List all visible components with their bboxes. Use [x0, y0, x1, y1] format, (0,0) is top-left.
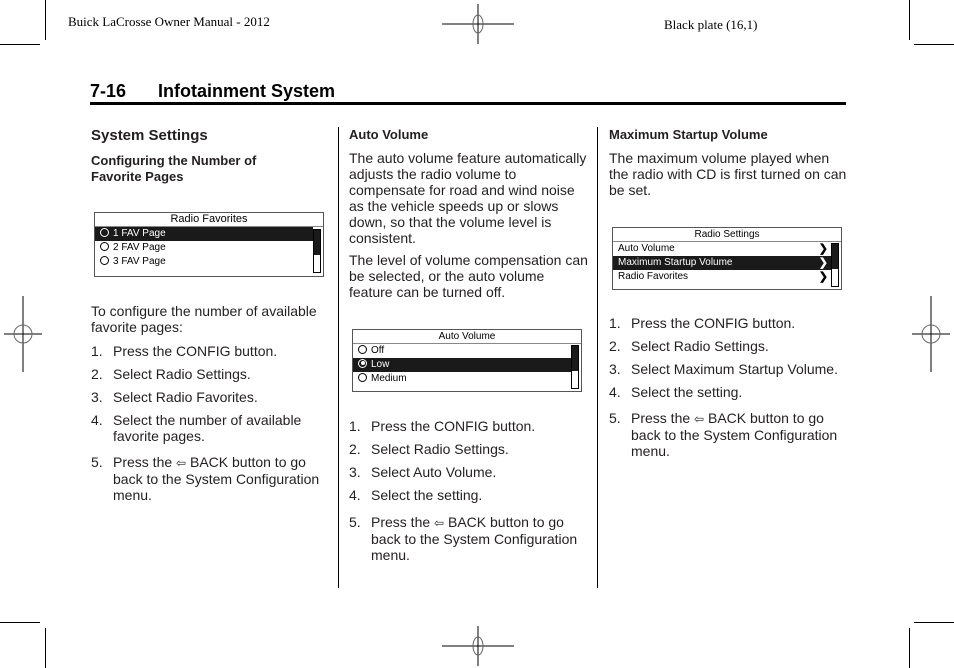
radio-icon: [358, 344, 367, 354]
scrollbar[interactable]: [831, 243, 839, 287]
menu-item[interactable]: Auto Volume ❯: [613, 242, 831, 256]
crop-mark: [45, 0, 46, 40]
radio-icon: [100, 255, 109, 265]
step: 5. Press the ⇦ BACK button to go back to …: [91, 454, 320, 503]
column-1-body: To configure the number of available fav…: [91, 303, 331, 503]
registration-mark-bottom: [442, 626, 514, 666]
step: 1. Press the CONFIG button.: [91, 343, 278, 359]
registration-mark-right: [912, 296, 950, 372]
screen-title: Radio Favorites: [95, 213, 323, 227]
column-divider: [597, 127, 598, 588]
radio-icon: [358, 372, 367, 382]
steps-list: 1. Press the CONFIG button. 2. Select Radi…: [91, 343, 331, 503]
steps-list: 1. Press the CONFIG button. 2. Select Radi…: [609, 315, 849, 459]
section-heading: System Settings: [91, 127, 208, 144]
step: 3. Select Radio Favorites.: [91, 389, 258, 405]
chapter-heading: 7-16 Infotainment System: [90, 81, 335, 102]
registration-mark-left: [4, 296, 42, 372]
intro-text: To configure the number of available fav…: [91, 303, 317, 335]
registration-mark-top: [442, 4, 514, 44]
radio-selected-icon: [358, 358, 367, 368]
scrollbar-thumb[interactable]: [314, 230, 320, 256]
step: 2. Select Radio Settings.: [91, 366, 251, 382]
step: 1. Press the CONFIG button.: [349, 418, 536, 434]
crop-mark: [0, 44, 40, 45]
radio-icon: [100, 241, 109, 251]
menu-item[interactable]: Low: [353, 358, 571, 372]
step: 1. Press the CONFIG button.: [609, 315, 796, 331]
radio-icon: [100, 227, 109, 237]
step: 4. Select the setting.: [609, 384, 743, 400]
menu-item[interactable]: Medium: [353, 372, 571, 386]
section-heading: Auto Volume: [349, 127, 429, 142]
menu-item[interactable]: Off: [353, 344, 571, 358]
step: 3. Select Maximum Startup Volume.: [609, 361, 838, 377]
crop-mark: [909, 0, 910, 40]
crop-mark: [0, 622, 40, 623]
column-divider: [338, 127, 339, 588]
chapter-rule: [90, 102, 846, 105]
chevron-right-icon: ❯: [818, 271, 828, 283]
chevron-right-icon: ❯: [818, 257, 828, 269]
column-1: System Settings Configuring the Number o…: [91, 127, 331, 185]
crop-mark: [914, 622, 954, 623]
step: 2. Select Radio Settings.: [609, 338, 769, 354]
radio-settings-screen: Radio Settings Auto Volume ❯ Maximum Star…: [612, 227, 842, 290]
plate-label: Black plate (16,1): [664, 17, 758, 32]
paragraph: The maximum volume played when the radio…: [609, 150, 847, 198]
crop-mark: [914, 44, 954, 45]
menu-item[interactable]: 2 FAV Page: [95, 241, 313, 255]
back-arrow-icon: ⇦: [694, 412, 705, 426]
menu-item[interactable]: 1 FAV Page: [95, 227, 313, 241]
menu-item[interactable]: Radio Favorites ❯: [613, 270, 831, 284]
column-3: Maximum Startup Volume The maximum volum…: [609, 127, 849, 198]
scrollbar[interactable]: [313, 229, 321, 273]
step: 4. Select the setting.: [349, 487, 483, 503]
screen-title: Auto Volume: [353, 330, 581, 344]
step: 5. Press the ⇦ BACK button to go back to …: [349, 514, 578, 563]
chapter-title: Infotainment System: [158, 81, 336, 101]
scrollbar[interactable]: [571, 345, 579, 389]
step: 4. Select the number of available favorit…: [91, 412, 302, 444]
step: 3. Select Auto Volume.: [349, 464, 497, 480]
crop-mark: [45, 628, 46, 668]
column-2: Auto Volume The auto volume feature auto…: [349, 127, 589, 300]
screen-title: Radio Settings: [613, 228, 841, 242]
menu-item[interactable]: 3 FAV Page: [95, 255, 313, 269]
step: 5. Press the ⇦ BACK button to go back to …: [609, 410, 838, 459]
chevron-right-icon: ❯: [818, 243, 828, 255]
subsection-heading: Configuring the Number of Favorite Pages: [91, 153, 257, 184]
steps-list: 1. Press the CONFIG button. 2. Select Radi…: [349, 418, 589, 563]
column-2-body: 1. Press the CONFIG button. 2. Select Radi…: [349, 418, 589, 563]
scrollbar-thumb[interactable]: [572, 346, 578, 372]
paragraph: The level of volume compensation can be …: [349, 252, 588, 300]
document-title: Buick LaCrosse Owner Manual - 2012: [68, 14, 270, 29]
paragraph: The auto volume feature automatically ad…: [349, 150, 587, 246]
crop-mark: [909, 628, 910, 668]
chapter-number: 7-16: [90, 81, 127, 101]
menu-item[interactable]: Maximum Startup Volume ❯: [613, 256, 831, 270]
back-arrow-icon: ⇦: [176, 456, 187, 470]
section-heading: Maximum Startup Volume: [609, 127, 768, 142]
scrollbar-thumb[interactable]: [832, 244, 838, 270]
back-arrow-icon: ⇦: [434, 516, 445, 530]
step: 2. Select Radio Settings.: [349, 441, 509, 457]
radio-favorites-screen: Radio Favorites 1 FAV Page 2 FAV Page 3 …: [94, 212, 324, 277]
column-3-body: 1. Press the CONFIG button. 2. Select Radi…: [609, 315, 849, 459]
auto-volume-screen: Auto Volume Off Low Medium: [352, 329, 582, 392]
